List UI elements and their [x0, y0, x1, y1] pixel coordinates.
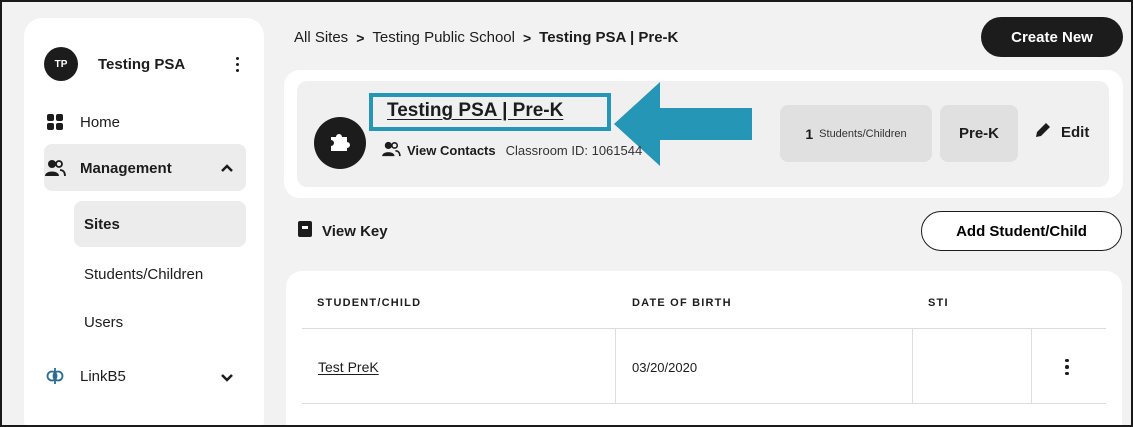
table-divider: [302, 328, 1106, 329]
user-more-icon[interactable]: [225, 52, 249, 76]
link-icon: [44, 365, 66, 387]
column-header-dob[interactable]: DATE OF BIRTH: [632, 297, 732, 309]
table-divider: [912, 329, 913, 404]
student-count: 1: [805, 125, 814, 142]
row-more-icon[interactable]: [1060, 356, 1074, 378]
puzzle-icon: [327, 128, 353, 159]
column-header-student[interactable]: STUDENT/CHILD: [317, 297, 421, 309]
view-key-label: View Key: [322, 222, 388, 240]
user-menu[interactable]: TP Testing PSA: [44, 44, 249, 84]
chevron-down-icon[interactable]: [220, 370, 234, 387]
classroom-id: Classroom ID: 1061544: [505, 143, 643, 158]
edit-button[interactable]: Edit: [1033, 120, 1089, 144]
users-icon: [44, 157, 66, 179]
sidebar-item-label: Home: [80, 113, 121, 131]
view-key-button[interactable]: View Key: [298, 221, 388, 241]
column-header-sti[interactable]: STI: [928, 297, 949, 309]
sidebar-subitem-sites[interactable]: Sites: [74, 201, 246, 247]
contacts-icon: [381, 141, 401, 160]
breadcrumb-all-sites[interactable]: All Sites: [294, 29, 348, 46]
breadcrumb-current: Testing PSA | Pre-K: [539, 29, 679, 46]
classroom-avatar: [314, 117, 366, 169]
grade-chip: Pre-K: [940, 105, 1018, 162]
breadcrumb: All Sites > Testing Public School > Test…: [294, 29, 678, 46]
sidebar-subitem-users[interactable]: Users: [74, 299, 246, 345]
key-icon: [298, 221, 312, 241]
student-dob: 03/20/2020: [632, 360, 698, 375]
student-name-link[interactable]: Test PreK: [318, 359, 379, 375]
sidebar-item-linkb5[interactable]: LinkB5: [44, 365, 244, 387]
sidebar-item-home[interactable]: Home: [44, 111, 120, 133]
view-contacts-link[interactable]: View Contacts: [407, 143, 496, 158]
contacts-row: View Contacts Classroom ID: 1061544: [381, 141, 642, 160]
edit-label: Edit: [1061, 123, 1090, 141]
sidebar-item-label: LinkB5: [80, 367, 126, 385]
highlight-box: [369, 93, 611, 131]
user-name: Testing PSA: [98, 55, 186, 73]
create-new-button[interactable]: Create New: [981, 17, 1123, 57]
table-divider: [615, 329, 616, 404]
breadcrumb-separator: >: [356, 29, 365, 46]
chevron-up-icon[interactable]: [220, 160, 234, 177]
sidebar-item-label: Management: [80, 159, 172, 177]
sidebar: TP Testing PSA Home Management Sites Stu…: [24, 18, 264, 427]
sidebar-item-management[interactable]: Management: [44, 157, 244, 179]
table-divider: [1031, 329, 1032, 404]
avatar: TP: [44, 47, 78, 81]
breadcrumb-separator: >: [522, 29, 532, 46]
pencil-icon: [1033, 120, 1053, 144]
student-count-chip: 1 Students/Children: [780, 105, 932, 162]
student-count-label: Students/Children: [819, 127, 907, 140]
sidebar-subitem-students[interactable]: Students/Children: [74, 251, 246, 297]
table-divider: [302, 403, 1106, 404]
add-student-button[interactable]: Add Student/Child: [921, 211, 1122, 251]
grid-icon: [44, 111, 66, 133]
breadcrumb-school[interactable]: Testing Public School: [372, 29, 515, 46]
